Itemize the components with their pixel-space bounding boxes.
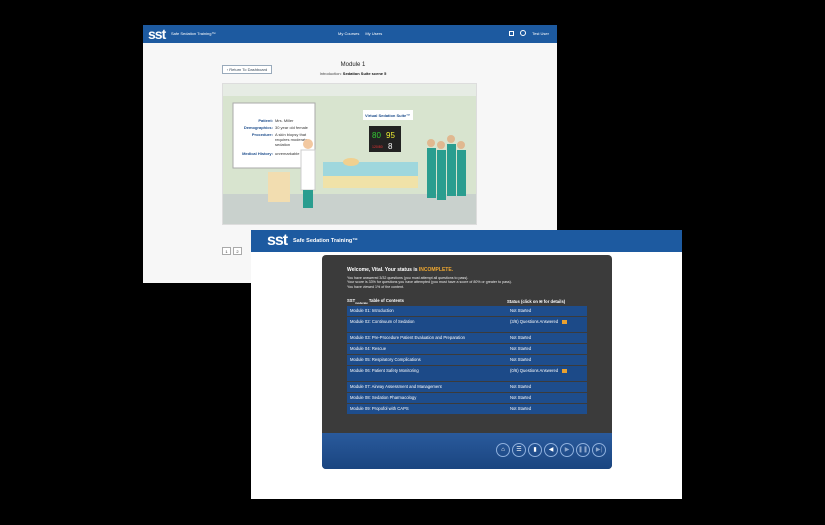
hr-value: 80 [372,131,381,140]
welcome-message: Welcome, Vital. Your status is INCOMPLET… [347,267,453,273]
module-name[interactable]: Module 09: Propofol with CAPS [350,406,510,412]
player-controls: ⌂ ☰ ▮ ◀ ▶ ❚❚ ▶| [322,433,612,469]
suite-sign: Virtual Sedation Suite™ [365,113,410,118]
module-status: (3/6) Questions Answered [510,319,559,324]
module-status: Not Started [510,357,532,362]
welcome-text: Welcome, Vital. Your status is [347,267,418,273]
dashboard-window: sst Safe Sedation Training™ Welcome, Vit… [251,230,682,499]
brand-name: Safe Sedation Training™ [171,31,216,36]
progress-info: You have answered 3/32 questions (you mu… [347,276,512,289]
status-panel: Welcome, Vital. Your status is INCOMPLET… [322,255,612,469]
demo-label: Demographics: [244,125,273,130]
details-envelope-icon[interactable] [562,369,568,373]
subtitle-scene: Sedation Suite scene 5 [342,71,387,76]
info-viewed: You have viewed 1% of the content. [347,284,405,289]
module-row[interactable]: Module 03: Pre-Procedure Patient Evaluat… [347,333,587,343]
help-icon[interactable] [520,30,527,36]
module-status: Not Started [510,395,532,400]
status-header: Status (click on ✉ for details) [507,299,566,304]
module-row[interactable]: Module 08: Sedation Pharmacology Not Star… [347,393,587,403]
module-name[interactable]: Module 01: Introduction [350,308,510,314]
module-row[interactable]: Module 02: Continuum of Sedation (3/6) Qu… [347,317,587,332]
module-status: (0/6) Questions Answered [510,368,559,373]
rr-value: 8 [388,142,393,151]
next-button[interactable]: ▶| [592,443,606,457]
module-name[interactable]: Module 04: Rescue [350,346,510,352]
module-row[interactable]: Module 06: Patient Safety Monitoring (0/6… [347,366,587,381]
sedation-suite-scene[interactable]: Patient: Mrs. Miller Demographics: 30 ye… [222,83,477,225]
module-row[interactable]: Module 07: Airway Assessment and Managem… [347,382,587,392]
info-score: Your score is 33% for questions you have… [347,280,512,285]
module-row[interactable]: Module 09: Propofol with CAPS Not Started [347,404,587,414]
glossary-button[interactable]: ▮ [528,443,542,457]
module-name[interactable]: Module 06: Patient Safety Monitoring [350,368,510,379]
toc-sst: SST [347,298,356,304]
toc-header: SSTmoderate Table of Contents Status (cl… [347,297,587,306]
subtitle-prefix: Introduction: [319,71,342,76]
module-name[interactable]: Module 02: Continuum of Sedation [350,319,510,330]
demo-value: 30 year old female [275,125,309,130]
hist-value: unremarkable [275,151,300,156]
sst-logo: sst [148,26,166,42]
module-name[interactable]: Module 03: Pre-Procedure Patient Evaluat… [350,335,510,341]
toc-title: Table of Contents [368,298,404,304]
brand-name: Safe Sedation Training™ [293,238,358,244]
bp-value: 120/80 [372,145,383,149]
pagination: 1 2 [222,247,242,255]
module-name[interactable]: Module 08: Sedation Pharmacology [350,395,510,401]
home-button[interactable]: ⌂ [496,443,510,457]
module-row[interactable]: Module 01: Introduction Not Started [347,306,587,316]
details-envelope-icon[interactable] [562,320,568,324]
module-status: Not Started [510,335,532,340]
table-of-contents: SSTmoderate Table of Contents Status (cl… [347,297,587,415]
module-status: Not Started [510,346,532,351]
module-name[interactable]: Module 05: Respiratory Complications [350,357,510,363]
module-status: Not Started [510,308,532,313]
module-status: Not Started [510,384,532,389]
play-button[interactable]: ▶ [560,443,574,457]
module-subtitle: Introduction: Sedation Suite scene 5 [293,71,413,76]
menu-button[interactable]: ☰ [512,443,526,457]
page-2[interactable]: 2 [233,247,242,255]
module-status: Not Started [510,406,532,411]
user-menu[interactable]: Test User [532,31,549,36]
return-to-dashboard-button[interactable]: ‹ Return To Dashboard [222,65,272,74]
status-badge: INCOMPLETE. [418,267,454,273]
sst-logo: sst [267,232,288,249]
nav-my-courses[interactable]: My Courses [338,31,359,36]
proc-label: Procedure: [252,132,273,137]
pause-button[interactable]: ❚❚ [576,443,590,457]
top-nav: sst Safe Sedation Training™ [251,230,682,252]
page-1[interactable]: 1 [222,247,231,255]
toc-sub: moderate [355,300,368,305]
module-row[interactable]: Module 05: Respiratory Complications Not … [347,355,587,365]
nav-my-users[interactable]: My Users [365,31,382,36]
hist-label: Medical History: [242,151,273,156]
notes-icon[interactable] [509,30,515,36]
module-title: Module 1 [340,62,366,68]
module-name[interactable]: Module 07: Airway Assessment and Managem… [350,384,510,390]
module-row[interactable]: Module 04: Rescue Not Started [347,344,587,354]
spo2-value: 95 [386,131,395,140]
mute-button[interactable]: ◀ [544,443,558,457]
patient-value: Mrs. Miller [275,118,294,123]
patient-label: Patient: [258,118,273,123]
top-nav: sst Safe Sedation Training™ My Courses M… [143,25,557,43]
